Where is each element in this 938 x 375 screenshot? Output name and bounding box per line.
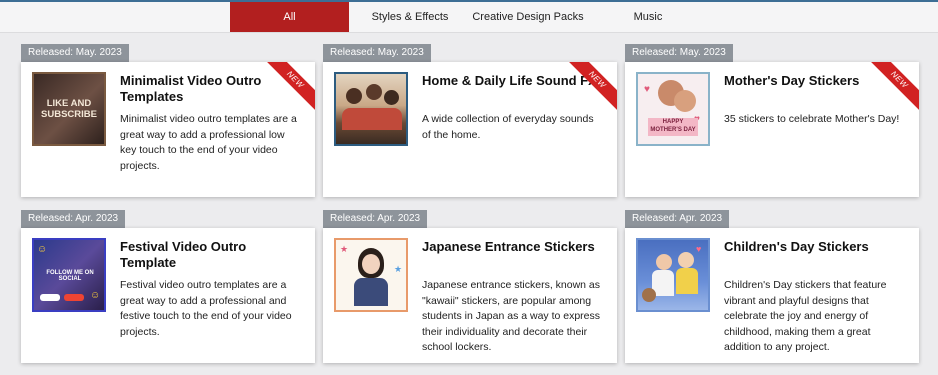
product-card[interactable]: Released: Apr. 2023 ♥ Children's Day Sti…	[625, 210, 925, 365]
thumbnail-festival-outro: ☺ ☺ FOLLOW ME ON SOCIAL	[32, 238, 106, 312]
card-body[interactable]: ♥ ♥ HAPPY MOTHER'S DAY Mother's Day Stic…	[625, 62, 919, 197]
product-card[interactable]: Released: May. 2023 LIKE AND SUBSCRIBE M…	[21, 44, 321, 199]
card-title[interactable]: Children's Day Stickers	[724, 239, 904, 255]
face-shape	[362, 254, 380, 274]
thumbnail-childrens-day: ♥	[636, 238, 710, 312]
smiley-icon: ☺	[90, 290, 101, 301]
child-face-shape	[678, 252, 694, 268]
star-icon: ★	[394, 264, 403, 274]
thumbnail-japanese-stickers: ★ ★	[334, 238, 408, 312]
product-card[interactable]: Released: May. 2023 ♥ ♥ HAPPY MOTHER'S D…	[625, 44, 925, 199]
tab-music[interactable]: Music	[620, 2, 676, 32]
tab-styles-effects[interactable]: Styles & Effects	[360, 2, 460, 32]
child-body-shape	[676, 268, 698, 294]
person-icon	[384, 90, 399, 105]
release-badge: Released: May. 2023	[323, 44, 431, 62]
product-card[interactable]: Released: May. 2023 Home & Daily Life So…	[323, 44, 623, 199]
smiley-icon: ☺	[37, 244, 48, 255]
person-icon	[366, 84, 382, 100]
tab-creative-design-packs[interactable]: Creative Design Packs	[467, 2, 589, 32]
person-icon	[674, 90, 696, 112]
card-body[interactable]: LIKE AND SUBSCRIBE Minimalist Video Outr…	[21, 62, 315, 197]
star-icon: ★	[340, 244, 349, 254]
uniform-shape	[354, 278, 388, 306]
people-body-shape	[342, 108, 402, 130]
thumbnail-outro: LIKE AND SUBSCRIBE	[32, 72, 106, 146]
thumbnail-mothers-day: ♥ ♥ HAPPY MOTHER'S DAY	[636, 72, 710, 146]
card-description: Children's Day stickers that feature vib…	[724, 279, 887, 353]
thumbnail-home-sound	[334, 72, 408, 146]
card-description: A wide collection of everyday sounds of …	[422, 113, 594, 141]
product-card[interactable]: Released: Apr. 2023 ★ ★ Japanese Entranc…	[323, 210, 623, 365]
card-body[interactable]: Home & Daily Life Sound FX A wide collec…	[323, 62, 617, 197]
category-tabs: All Styles & Effects Creative Design Pac…	[0, 2, 938, 33]
thumbnail-caption: HAPPY MOTHER'S DAY	[648, 118, 698, 136]
tab-all[interactable]: All	[230, 2, 349, 32]
heart-icon: ♥	[696, 244, 702, 254]
release-badge: Released: Apr. 2023	[323, 210, 428, 228]
card-title[interactable]: Japanese Entrance Stickers	[422, 239, 602, 255]
product-card[interactable]: Released: Apr. 2023 ☺ ☺ FOLLOW ME ON SOC…	[21, 210, 321, 365]
child-face-shape	[656, 254, 672, 270]
card-body[interactable]: ★ ★ Japanese Entrance Stickers Japanese …	[323, 228, 617, 363]
release-badge: Released: Apr. 2023	[21, 210, 126, 228]
thumbnail-caption: LIKE AND SUBSCRIBE	[41, 98, 97, 120]
button-shape	[40, 294, 60, 301]
person-icon	[346, 88, 362, 104]
thumbnail-caption: FOLLOW ME ON SOCIAL	[46, 270, 94, 282]
release-badge: Released: Apr. 2023	[625, 210, 730, 228]
card-title[interactable]: Home & Daily Life Sound FX	[422, 73, 602, 89]
card-description: Minimalist video outro templates are a g…	[120, 113, 297, 172]
button-shape	[64, 294, 84, 301]
release-badge: Released: May. 2023	[625, 44, 733, 62]
card-title[interactable]: Festival Video Outro Template	[120, 239, 300, 271]
card-description: 35 stickers to celebrate Mother's Day!	[724, 113, 900, 125]
card-body[interactable]: ☺ ☺ FOLLOW ME ON SOCIAL Festival Video O…	[21, 228, 315, 363]
heart-icon: ♥	[644, 84, 650, 95]
release-badge: Released: May. 2023	[21, 44, 129, 62]
card-description: Japanese entrance stickers, known as "ka…	[422, 279, 601, 353]
card-title[interactable]: Minimalist Video Outro Templates	[120, 73, 300, 105]
card-body[interactable]: ♥ Children's Day Stickers Children's Day…	[625, 228, 919, 363]
card-title[interactable]: Mother's Day Stickers	[724, 73, 904, 89]
teddy-bear-icon	[642, 288, 656, 302]
card-description: Festival video outro templates are a gre…	[120, 279, 292, 338]
